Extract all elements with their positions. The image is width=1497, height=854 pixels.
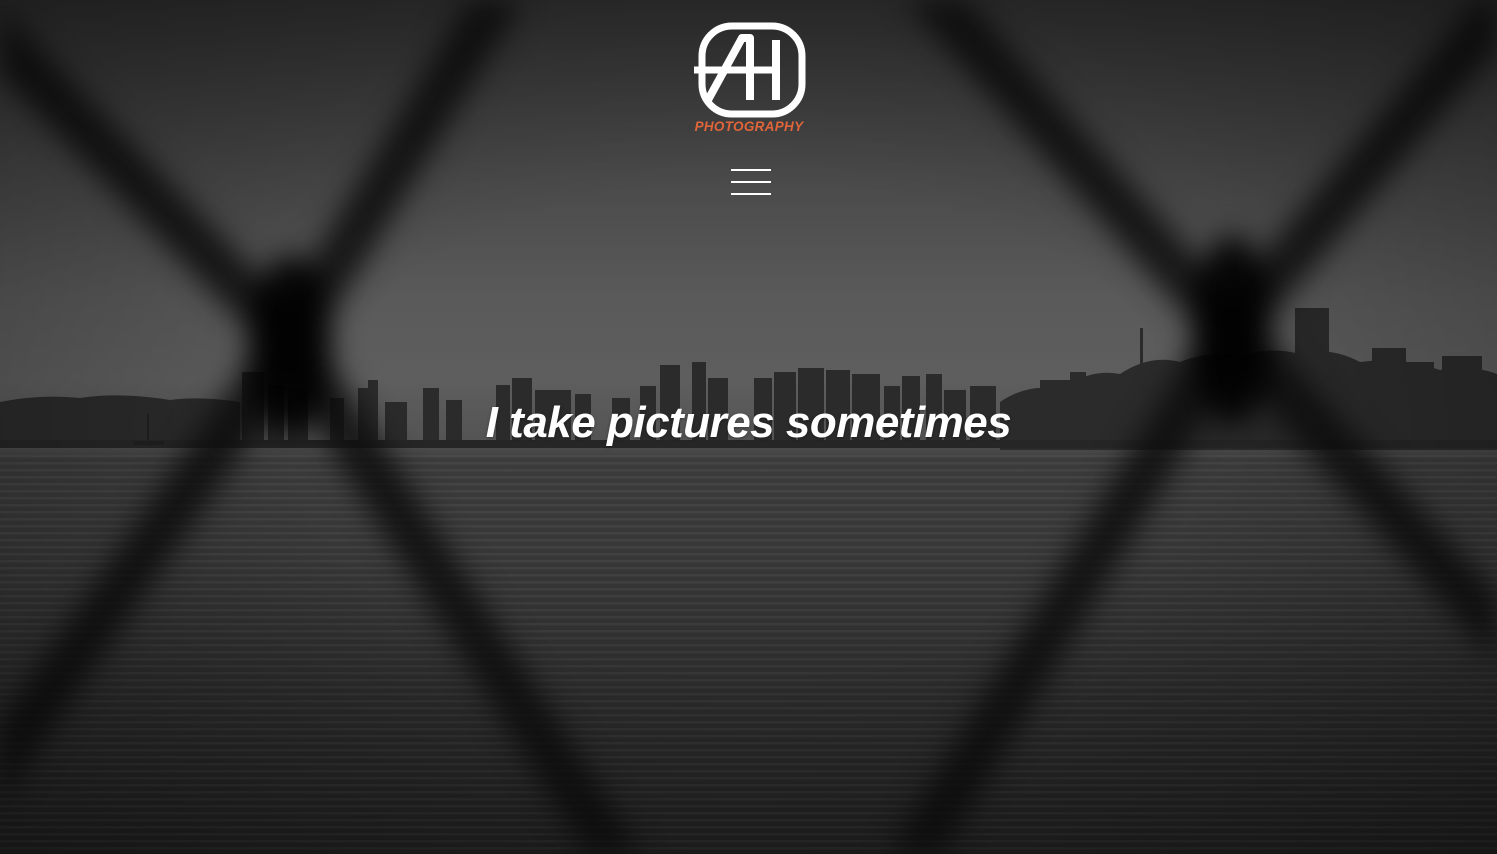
site-logo[interactable]: PHOTOGRAPHY	[688, 18, 810, 136]
water-texture	[0, 455, 1497, 854]
hero-section: PHOTOGRAPHY I take pictures sometimes	[0, 0, 1497, 854]
hamburger-menu-button[interactable]	[728, 166, 774, 200]
ah-photography-logo-icon: PHOTOGRAPHY	[694, 22, 806, 134]
logo-subtitle: PHOTOGRAPHY	[695, 119, 806, 134]
hero-tagline: I take pictures sometimes	[485, 398, 1012, 447]
site-header: PHOTOGRAPHY	[0, 0, 1497, 220]
